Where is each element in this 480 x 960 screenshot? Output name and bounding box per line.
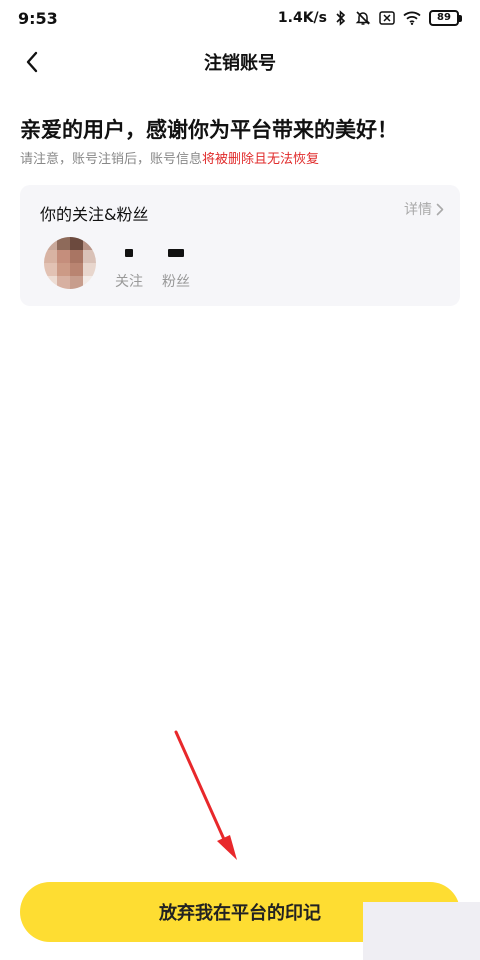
network-speed: 1.4K/s bbox=[277, 10, 327, 26]
detail-link[interactable]: 详情 bbox=[404, 199, 444, 219]
mute-icon bbox=[355, 10, 371, 26]
following-stat: 关注 bbox=[105, 245, 153, 291]
fans-count-redacted bbox=[152, 245, 200, 261]
chevron-right-icon bbox=[436, 203, 444, 215]
headline: 亲爱的用户，感谢你为平台带来的美好！ bbox=[20, 118, 398, 142]
battery-icon: 89 bbox=[429, 10, 462, 26]
battery-tip bbox=[459, 14, 462, 22]
status-icons: 1.4K/s 89 bbox=[278, 10, 462, 26]
card-title: 你的关注&粉丝 bbox=[40, 205, 149, 224]
detail-label: 详情 bbox=[404, 202, 432, 218]
following-label: 关注 bbox=[115, 274, 143, 290]
avatar bbox=[44, 237, 96, 289]
overlay-patch bbox=[363, 902, 480, 960]
close-icon bbox=[379, 11, 395, 25]
follow-fans-card: 你的关注&粉丝 详情 关注 粉丝 bbox=[20, 185, 460, 306]
status-bar: 9:53 1.4K/s 89 bbox=[0, 0, 480, 36]
following-count-redacted bbox=[105, 245, 153, 261]
fans-label: 粉丝 bbox=[162, 274, 190, 290]
bluetooth-icon bbox=[335, 10, 347, 26]
wifi-icon bbox=[403, 11, 421, 25]
battery-level: 89 bbox=[429, 10, 459, 26]
notice-prefix: 请注意，账号注销后，账号信息 bbox=[20, 152, 203, 167]
notice-warning: 将被删除且无法恢复 bbox=[202, 152, 320, 167]
fans-stat: 粉丝 bbox=[152, 245, 200, 291]
back-button[interactable] bbox=[16, 46, 48, 78]
chevron-left-icon bbox=[26, 51, 38, 73]
annotation-arrow-icon bbox=[174, 730, 237, 860]
status-time: 9:53 bbox=[18, 8, 58, 28]
page-title: 注销账号 bbox=[204, 53, 276, 74]
nav-bar: 注销账号 bbox=[0, 40, 480, 84]
notice-text: 请注意，账号注销后，账号信息将被删除且无法恢复 bbox=[20, 148, 319, 167]
